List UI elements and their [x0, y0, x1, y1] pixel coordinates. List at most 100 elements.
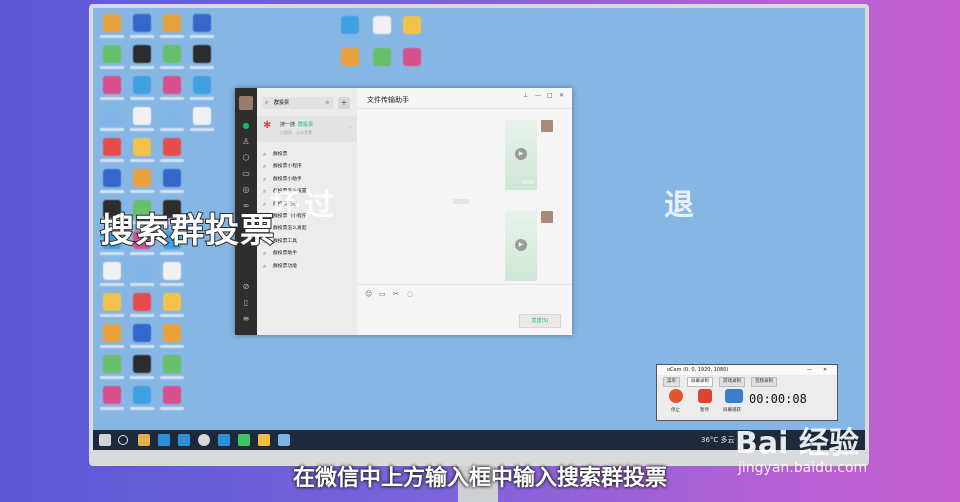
- desktop-app-icon[interactable]: [163, 355, 181, 373]
- close-icon[interactable]: ✕: [823, 365, 827, 375]
- desktop-app-icon[interactable]: [103, 262, 121, 280]
- user-avatar[interactable]: [239, 96, 253, 110]
- ocam-recorder-window: oCam (0, 0, 1920, 1080) — ✕ 菜单 屏幕录制 游戏录制 音频…: [656, 364, 838, 421]
- send-button[interactable]: 发送(S): [519, 314, 561, 328]
- desktop-app-icon[interactable]: [163, 262, 181, 280]
- maximize-icon[interactable]: □: [547, 92, 553, 99]
- desktop-app-icon[interactable]: [163, 138, 181, 156]
- stop-icon[interactable]: [669, 389, 683, 403]
- chat-bubble-icon[interactable]: ◌: [407, 290, 413, 298]
- desktop-app-icon[interactable]: [133, 76, 151, 94]
- pause-icon[interactable]: [698, 389, 712, 403]
- desktop-app-icon[interactable]: [163, 107, 181, 125]
- desktop-app-icon[interactable]: [103, 107, 121, 125]
- desktop-app-icon[interactable]: [103, 355, 121, 373]
- steam-icon[interactable]: [198, 434, 210, 446]
- desktop-app-icon[interactable]: [193, 76, 211, 94]
- desktop-app-label: [160, 345, 184, 348]
- desktop-app-icon[interactable]: [133, 293, 151, 311]
- search-result-item[interactable]: ⌕ 群投票功能: [257, 262, 357, 272]
- desktop-app-icon[interactable]: [103, 386, 121, 404]
- ocam-tab[interactable]: 菜单: [663, 377, 680, 387]
- desktop-app-label: [190, 66, 214, 69]
- desktop-app-icon[interactable]: [373, 16, 391, 34]
- desktop-app-icon[interactable]: [373, 48, 391, 66]
- folder-icon[interactable]: ▭: [379, 290, 386, 298]
- minimize-icon[interactable]: —: [535, 92, 541, 99]
- desktop-app-icon[interactable]: [133, 14, 151, 32]
- wechat-taskbar-icon[interactable]: [238, 434, 250, 446]
- search-result-item[interactable]: ⌕ 群投票: [257, 150, 357, 160]
- add-button[interactable]: +: [338, 97, 350, 109]
- play-icon: ▶: [515, 239, 527, 251]
- search-input[interactable]: ⌕ 群投票 ⊗: [262, 97, 334, 109]
- channels-icon[interactable]: ⊘: [241, 282, 251, 292]
- desktop-app-icon[interactable]: [193, 45, 211, 63]
- video-message[interactable]: ▶ 00:06: [505, 120, 537, 190]
- clear-icon[interactable]: ⊗: [325, 97, 329, 109]
- desktop-app-icon[interactable]: [403, 48, 421, 66]
- search-icon: ⌕: [263, 188, 267, 196]
- browser-icon[interactable]: [218, 434, 230, 446]
- desktop-app-icon[interactable]: [133, 138, 151, 156]
- scissors-icon[interactable]: ✂: [393, 290, 399, 298]
- search-icon[interactable]: [118, 435, 128, 445]
- desktop-app-icon[interactable]: [163, 293, 181, 311]
- edge-icon[interactable]: [158, 434, 170, 446]
- chat-icon[interactable]: ●: [241, 121, 251, 131]
- desktop-app-icon[interactable]: [163, 324, 181, 342]
- desktop-app-icon[interactable]: [403, 16, 421, 34]
- minimize-icon[interactable]: —: [807, 365, 812, 375]
- moments-icon[interactable]: ◎: [241, 185, 251, 195]
- desktop-app-icon[interactable]: [103, 169, 121, 187]
- app-icon[interactable]: [258, 434, 270, 446]
- close-icon[interactable]: ✕: [559, 92, 564, 99]
- desktop-app-icon[interactable]: [103, 14, 121, 32]
- desktop-app-icon[interactable]: [133, 169, 151, 187]
- desktop-app-icon[interactable]: [103, 138, 121, 156]
- top-result-keyword: 群投票: [298, 122, 314, 128]
- ocam-tab[interactable]: 音频录制: [751, 377, 777, 387]
- overlay-title: 搜索群投票: [99, 210, 275, 252]
- desktop-app-icon[interactable]: [193, 107, 211, 125]
- desktop-app-icon[interactable]: [133, 386, 151, 404]
- favorites-icon[interactable]: ⬡: [241, 153, 251, 163]
- desktop-app-icon[interactable]: [133, 45, 151, 63]
- desktop-app-icon[interactable]: [341, 16, 359, 34]
- desktop-app-icon[interactable]: [163, 386, 181, 404]
- desktop-app-icon[interactable]: [163, 45, 181, 63]
- ocam-tab[interactable]: 屏幕录制: [687, 377, 713, 387]
- file-explorer-icon[interactable]: [138, 434, 150, 446]
- desktop-app-icon[interactable]: [163, 76, 181, 94]
- pin-icon[interactable]: ⊥: [523, 92, 528, 99]
- desktop-app-icon[interactable]: [103, 45, 121, 63]
- edge-beta-icon[interactable]: [178, 434, 190, 446]
- desktop-app-icon[interactable]: [163, 169, 181, 187]
- video-message[interactable]: ▶: [505, 211, 537, 281]
- desktop-app-label: [130, 283, 154, 286]
- screen-capture-icon[interactable]: [725, 389, 743, 403]
- desktop-app-icon[interactable]: [341, 48, 359, 66]
- ocam-tab[interactable]: 游戏录制: [719, 377, 745, 387]
- desktop-app-icon[interactable]: [103, 293, 121, 311]
- desktop-app-icon[interactable]: [103, 324, 121, 342]
- desktop-app-icon[interactable]: [163, 14, 181, 32]
- desktop-app-icon[interactable]: [103, 76, 121, 94]
- search-top-result[interactable]: ✱ 搜一搜 群投票 小程序、公众号等 ›: [257, 116, 357, 142]
- desktop-app-icon[interactable]: [133, 355, 151, 373]
- menu-icon[interactable]: ≡: [241, 314, 251, 324]
- search-result-item[interactable]: ⌕ 群投票小程序: [257, 162, 357, 172]
- phone-icon[interactable]: ▯: [241, 298, 251, 308]
- desktop-app-icon[interactable]: [133, 107, 151, 125]
- desktop-app-label: [160, 407, 184, 410]
- desktop-app-icon[interactable]: [133, 262, 151, 280]
- app-icon[interactable]: [278, 434, 290, 446]
- folder-icon[interactable]: ▭: [241, 169, 251, 179]
- emoji-icon[interactable]: ☺: [365, 290, 372, 298]
- desktop-app-icon[interactable]: [193, 14, 211, 32]
- windows-start-icon[interactable]: [99, 434, 111, 446]
- divider: [357, 284, 572, 285]
- desktop-app-icon[interactable]: [133, 324, 151, 342]
- contacts-icon[interactable]: ♙: [241, 137, 251, 147]
- desktop-app-label: [130, 97, 154, 100]
